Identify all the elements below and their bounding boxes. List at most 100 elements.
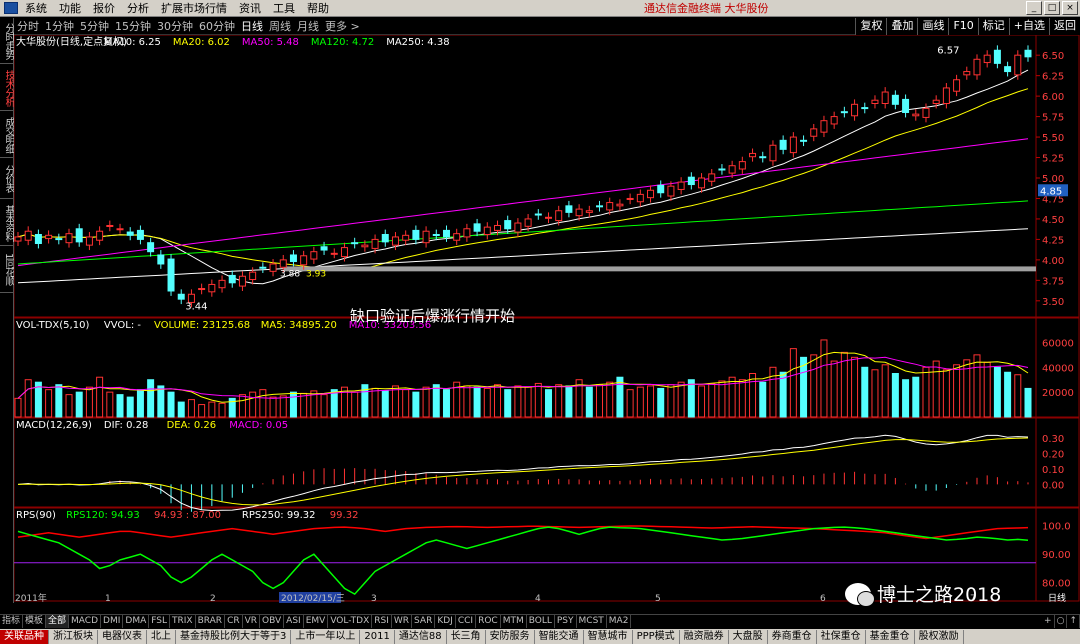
indicator-tab-指标[interactable]: 指标 [0, 615, 24, 628]
volume-bar [177, 401, 185, 418]
indicator-bar-control[interactable]: + [1042, 615, 1055, 628]
period-30min[interactable]: 30分钟 [154, 19, 196, 34]
sector-tab[interactable]: 通达信88 [395, 629, 447, 644]
indicator-bar-control[interactable]: ○ [1055, 615, 1068, 628]
sidetab-tonghuashun[interactable]: 1同花顺 [0, 247, 14, 293]
indicator-tab-boll[interactable]: BOLL [527, 615, 555, 628]
overlay-button[interactable]: 叠加 [886, 18, 918, 35]
period-monthly[interactable]: 月线 [294, 19, 322, 34]
menu-item-tools[interactable]: 工具 [270, 0, 304, 17]
sector-tab[interactable]: 上市一年以上 [291, 629, 361, 644]
draw-line-button[interactable]: 画线 [917, 18, 949, 35]
indicator-tab-macd[interactable]: MACD [69, 615, 102, 628]
indicator-tab-cr[interactable]: CR [225, 615, 243, 628]
menu-item-news[interactable]: 资讯 [236, 0, 270, 17]
volume-bar [391, 385, 399, 418]
indicator-tab-mcst[interactable]: MCST [577, 615, 607, 628]
candle-body [728, 165, 736, 174]
sidetab-fundamentals[interactable]: 基本资料 [0, 200, 14, 246]
volume-bar [45, 389, 53, 418]
period-60min[interactable]: 60分钟 [196, 19, 238, 34]
indicator-tab-fsl[interactable]: FSL [149, 615, 170, 628]
candle-body [912, 113, 920, 117]
sector-tab[interactable]: 基金重仓 [866, 629, 915, 644]
sector-tab[interactable]: 基金持股比例大于等于3 [176, 629, 292, 644]
indicator-bar-control[interactable]: ↑ [1067, 615, 1080, 628]
indicator-tab-vol-tdx[interactable]: VOL-TDX [328, 615, 373, 628]
indicator-tab-mtm[interactable]: MTM [501, 615, 527, 628]
ma50-line [17, 138, 1029, 267]
sector-tab[interactable]: 电器仪表 [98, 629, 147, 644]
period-5min[interactable]: 5分钟 [77, 19, 112, 34]
sector-tab[interactable]: 北上 [147, 629, 176, 644]
candle-body [442, 229, 450, 238]
f10-button[interactable]: F10 [948, 18, 978, 35]
menu-item-analysis[interactable]: 分析 [124, 0, 158, 17]
period-1min[interactable]: 1分钟 [42, 19, 77, 34]
menu-item-extended-market[interactable]: 扩展市场行情 [158, 0, 236, 17]
indicator-tab-kdj[interactable]: KDJ [435, 615, 456, 628]
minimize-button[interactable]: _ [1026, 1, 1042, 15]
sidetab-price-table[interactable]: 分价表 [0, 159, 14, 199]
sector-tab[interactable]: PPP模式 [633, 629, 680, 644]
candle-body [289, 254, 297, 263]
candle-body [565, 205, 573, 213]
sector-tab[interactable]: 券商重仓 [768, 629, 817, 644]
sector-tab[interactable]: 智能交通 [535, 629, 584, 644]
menu-item-quote[interactable]: 报价 [90, 0, 124, 17]
stock-chart[interactable]: 6.506.256.005.755.505.255.004.754.504.25… [14, 35, 1080, 603]
menu-item-help[interactable]: 帮助 [304, 0, 338, 17]
indicator-tab-sar[interactable]: SAR [412, 615, 436, 628]
volume-bar [55, 384, 63, 418]
indicator-tab-cci[interactable]: CCI [456, 615, 477, 628]
candle-body [238, 275, 246, 287]
indicator-tab-roc[interactable]: ROC [476, 615, 501, 628]
close-button[interactable]: × [1062, 1, 1078, 15]
ma120-line [17, 200, 1029, 265]
sector-tab[interactable]: 大盘股 [729, 629, 768, 644]
mark-button[interactable]: 标记 [977, 18, 1009, 35]
volume-bar [993, 366, 1001, 418]
indicator-tab-vr[interactable]: VR [243, 615, 261, 628]
indicator-tab-brar[interactable]: BRAR [196, 615, 226, 628]
indicator-tab-obv[interactable]: OBV [260, 615, 285, 628]
period-more[interactable]: 更多 > [322, 19, 363, 34]
sector-tab[interactable]: 长三角 [447, 629, 486, 644]
add-watchlist-button[interactable]: +自选 [1008, 18, 1049, 35]
maximize-button[interactable]: □ [1044, 1, 1060, 15]
indicator-tab-模板[interactable]: 模板 [23, 615, 47, 628]
indicator-tab-asi[interactable]: ASI [284, 615, 304, 628]
sidetab-technical[interactable]: 技术分析 [0, 65, 14, 111]
sector-tab[interactable]: 融资融券 [680, 629, 729, 644]
candle-body [626, 197, 634, 200]
volume-bar [942, 369, 950, 418]
sidetab-trades[interactable]: 成交明细 [0, 112, 14, 158]
back-button[interactable]: 返回 [1049, 18, 1080, 35]
sidetab-intraday[interactable]: 分时走势 [0, 18, 14, 64]
indicator-tab-dma[interactable]: DMA [123, 615, 150, 628]
menu-item-system[interactable]: 系统 [22, 0, 56, 17]
period-daily[interactable]: 日线 [238, 19, 266, 34]
indicator-tab-emv[interactable]: EMV [304, 615, 329, 628]
sector-tab[interactable]: 2011 [360, 629, 395, 644]
adjust-price-button[interactable]: 复权 [855, 18, 887, 35]
indicator-tab-trix[interactable]: TRIX [170, 615, 196, 628]
period-intraday[interactable]: 分时 [14, 19, 42, 34]
indicator-tab-rsi[interactable]: RSI [372, 615, 392, 628]
period-15min[interactable]: 15分钟 [112, 19, 154, 34]
sector-tab[interactable]: 智慧城市 [584, 629, 633, 644]
sector-tab[interactable]: 关联品种 [0, 629, 49, 644]
indicator-tab-dmi[interactable]: DMI [101, 615, 124, 628]
candle-body [412, 229, 420, 240]
indicator-tab-ma2[interactable]: MA2 [607, 615, 632, 628]
indicator-tab-全部[interactable]: 全部 [46, 615, 70, 628]
sector-tab[interactable]: 浙江板块 [49, 629, 98, 644]
indicator-tab-wr[interactable]: WR [392, 615, 413, 628]
indicator-tab-psy[interactable]: PSY [555, 615, 577, 628]
sector-tab[interactable]: 社保重仓 [817, 629, 866, 644]
sector-tab[interactable]: 安防服务 [486, 629, 535, 644]
period-weekly[interactable]: 周线 [266, 19, 294, 34]
volume-bar [1014, 374, 1022, 418]
menu-item-function[interactable]: 功能 [56, 0, 90, 17]
sector-tab[interactable]: 股权激励 [915, 629, 964, 644]
